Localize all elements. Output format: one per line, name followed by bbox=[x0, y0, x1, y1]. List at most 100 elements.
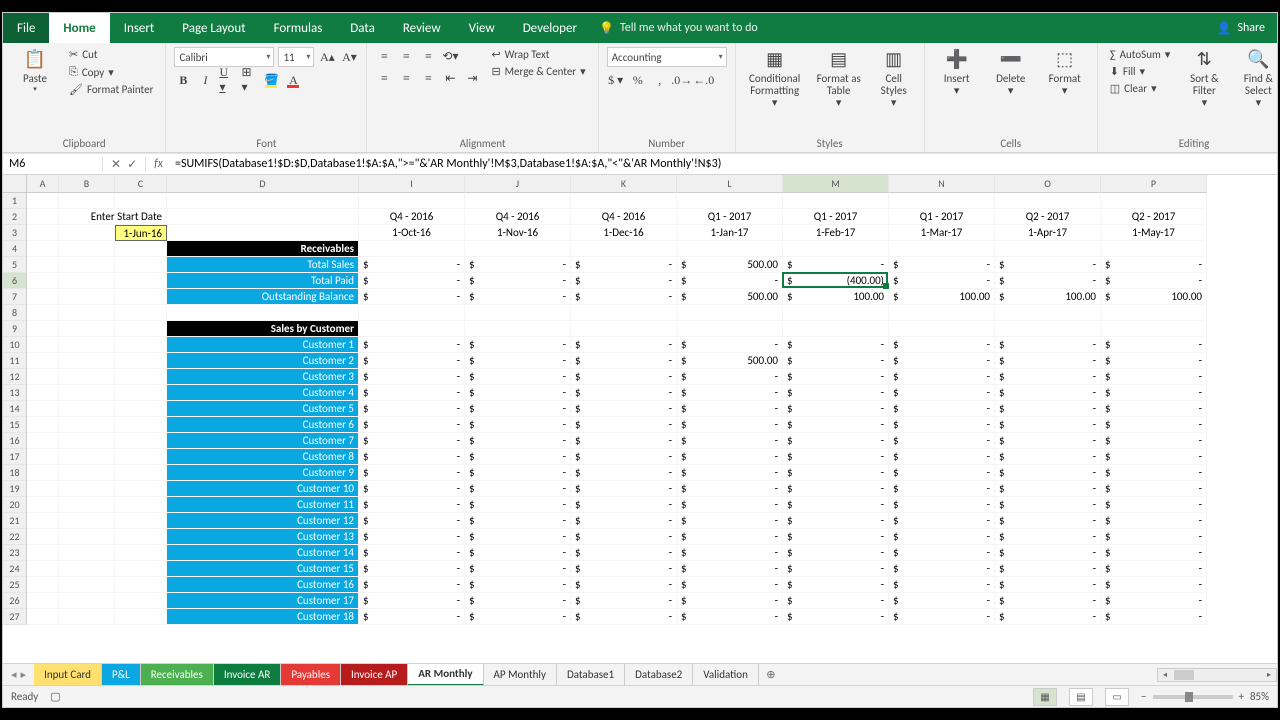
cell[interactable]: $- bbox=[783, 433, 889, 449]
align-right-button[interactable]: ≡ bbox=[419, 69, 437, 87]
cell[interactable]: $- bbox=[359, 577, 465, 593]
cell[interactable]: Q2 - 2017 bbox=[1101, 209, 1207, 225]
cell[interactable]: Customer 6 bbox=[167, 417, 359, 433]
percent-button[interactable]: % bbox=[629, 71, 647, 89]
cell[interactable]: $- bbox=[1101, 433, 1207, 449]
cell[interactable]: 1-Apr-17 bbox=[995, 225, 1101, 241]
cell[interactable]: $- bbox=[465, 385, 571, 401]
font-name-select[interactable]: Calibri bbox=[174, 47, 274, 67]
conditional-formatting-button[interactable]: ▦Conditional Formatting▾ bbox=[744, 47, 806, 111]
cell[interactable]: $- bbox=[889, 545, 995, 561]
cell[interactable]: $- bbox=[783, 609, 889, 625]
cell[interactable]: $- bbox=[995, 529, 1101, 545]
cell[interactable] bbox=[115, 545, 167, 561]
cell[interactable]: $- bbox=[571, 449, 677, 465]
cell[interactable] bbox=[27, 465, 59, 481]
cell[interactable]: $- bbox=[995, 465, 1101, 481]
cell[interactable]: Outstanding Balance bbox=[167, 289, 359, 305]
cell[interactable] bbox=[783, 305, 889, 321]
cell[interactable]: $- bbox=[1101, 449, 1207, 465]
cell[interactable]: Q4 - 2016 bbox=[359, 209, 465, 225]
cell[interactable] bbox=[359, 241, 465, 257]
cell[interactable] bbox=[59, 369, 115, 385]
cell[interactable]: $- bbox=[677, 337, 783, 353]
cell[interactable]: 1-Jan-17 bbox=[677, 225, 783, 241]
cell[interactable] bbox=[27, 401, 59, 417]
cell[interactable]: $- bbox=[359, 289, 465, 305]
cell[interactable] bbox=[783, 321, 889, 337]
cell[interactable] bbox=[465, 193, 571, 209]
cell[interactable] bbox=[59, 257, 115, 273]
cell[interactable] bbox=[59, 241, 115, 257]
cell[interactable] bbox=[889, 241, 995, 257]
cell[interactable]: $- bbox=[677, 545, 783, 561]
cell[interactable]: $- bbox=[783, 561, 889, 577]
cell[interactable] bbox=[995, 241, 1101, 257]
cell[interactable]: $- bbox=[995, 369, 1101, 385]
cell[interactable]: $- bbox=[359, 385, 465, 401]
fill-button[interactable]: ⬇Fill ▾ bbox=[1106, 64, 1175, 79]
cell[interactable] bbox=[27, 433, 59, 449]
cell[interactable]: $- bbox=[359, 513, 465, 529]
cell[interactable]: $- bbox=[1101, 385, 1207, 401]
cell[interactable]: Total Paid bbox=[167, 273, 359, 289]
tab-file[interactable]: File bbox=[3, 13, 49, 43]
cell[interactable]: $- bbox=[359, 609, 465, 625]
cell[interactable]: 1-May-17 bbox=[1101, 225, 1207, 241]
row-header-4[interactable]: 4 bbox=[3, 241, 27, 257]
cell[interactable]: $- bbox=[465, 433, 571, 449]
cell[interactable] bbox=[27, 305, 59, 321]
cell[interactable]: $- bbox=[1101, 481, 1207, 497]
tab-review[interactable]: Review bbox=[389, 13, 455, 43]
cell[interactable]: $- bbox=[359, 593, 465, 609]
cell[interactable]: $- bbox=[677, 449, 783, 465]
cell[interactable]: $- bbox=[783, 497, 889, 513]
cell[interactable]: $- bbox=[1101, 257, 1207, 273]
cell[interactable] bbox=[115, 241, 167, 257]
clear-button[interactable]: ◫Clear ▾ bbox=[1106, 81, 1175, 96]
cell[interactable] bbox=[167, 193, 359, 209]
cell[interactable]: $- bbox=[889, 513, 995, 529]
cell[interactable]: $- bbox=[889, 401, 995, 417]
wrap-text-button[interactable]: ↩Wrap Text bbox=[487, 47, 589, 62]
align-middle-button[interactable]: ≡ bbox=[397, 47, 415, 65]
sort-filter-button[interactable]: ⇅Sort & Filter▾ bbox=[1180, 47, 1228, 111]
cell[interactable] bbox=[59, 513, 115, 529]
cell[interactable] bbox=[167, 225, 359, 241]
share-button[interactable]: 👤 Share bbox=[1204, 21, 1277, 36]
cell[interactable]: Customer 9 bbox=[167, 465, 359, 481]
macro-record-icon[interactable]: ▢ bbox=[50, 690, 60, 703]
cell[interactable] bbox=[1101, 241, 1207, 257]
cell[interactable]: $- bbox=[677, 273, 783, 289]
cell[interactable]: $- bbox=[995, 513, 1101, 529]
cell[interactable]: Q1 - 2017 bbox=[677, 209, 783, 225]
delete-button[interactable]: ➖Delete▾ bbox=[987, 47, 1035, 99]
zoom-in-button[interactable]: + bbox=[1239, 690, 1244, 703]
cell[interactable]: $- bbox=[1101, 545, 1207, 561]
cell[interactable]: Customer 2 bbox=[167, 353, 359, 369]
row-header-6[interactable]: 6 bbox=[3, 273, 27, 289]
cell[interactable]: $- bbox=[1101, 529, 1207, 545]
cell[interactable]: $- bbox=[677, 369, 783, 385]
row-header-26[interactable]: 26 bbox=[3, 593, 27, 609]
cell[interactable]: $- bbox=[677, 577, 783, 593]
font-size-select[interactable]: 11 bbox=[278, 47, 314, 67]
cell[interactable]: 1-Oct-16 bbox=[359, 225, 465, 241]
row-header-16[interactable]: 16 bbox=[3, 433, 27, 449]
sheet-tab-payables[interactable]: Payables bbox=[281, 664, 341, 686]
cell[interactable] bbox=[783, 193, 889, 209]
cell[interactable]: $- bbox=[783, 353, 889, 369]
cell[interactable] bbox=[889, 321, 995, 337]
cell[interactable] bbox=[995, 193, 1101, 209]
cell[interactable] bbox=[115, 449, 167, 465]
cell[interactable]: $- bbox=[359, 465, 465, 481]
decrease-decimal-button[interactable]: ←.0 bbox=[695, 71, 713, 89]
cell[interactable]: $- bbox=[571, 353, 677, 369]
cell[interactable]: Customer 12 bbox=[167, 513, 359, 529]
cell[interactable]: Q1 - 2017 bbox=[889, 209, 995, 225]
cell[interactable] bbox=[27, 529, 59, 545]
cell[interactable]: $- bbox=[783, 513, 889, 529]
cell[interactable]: $- bbox=[465, 593, 571, 609]
cell[interactable]: $- bbox=[677, 401, 783, 417]
name-box[interactable]: M6 bbox=[3, 157, 103, 171]
